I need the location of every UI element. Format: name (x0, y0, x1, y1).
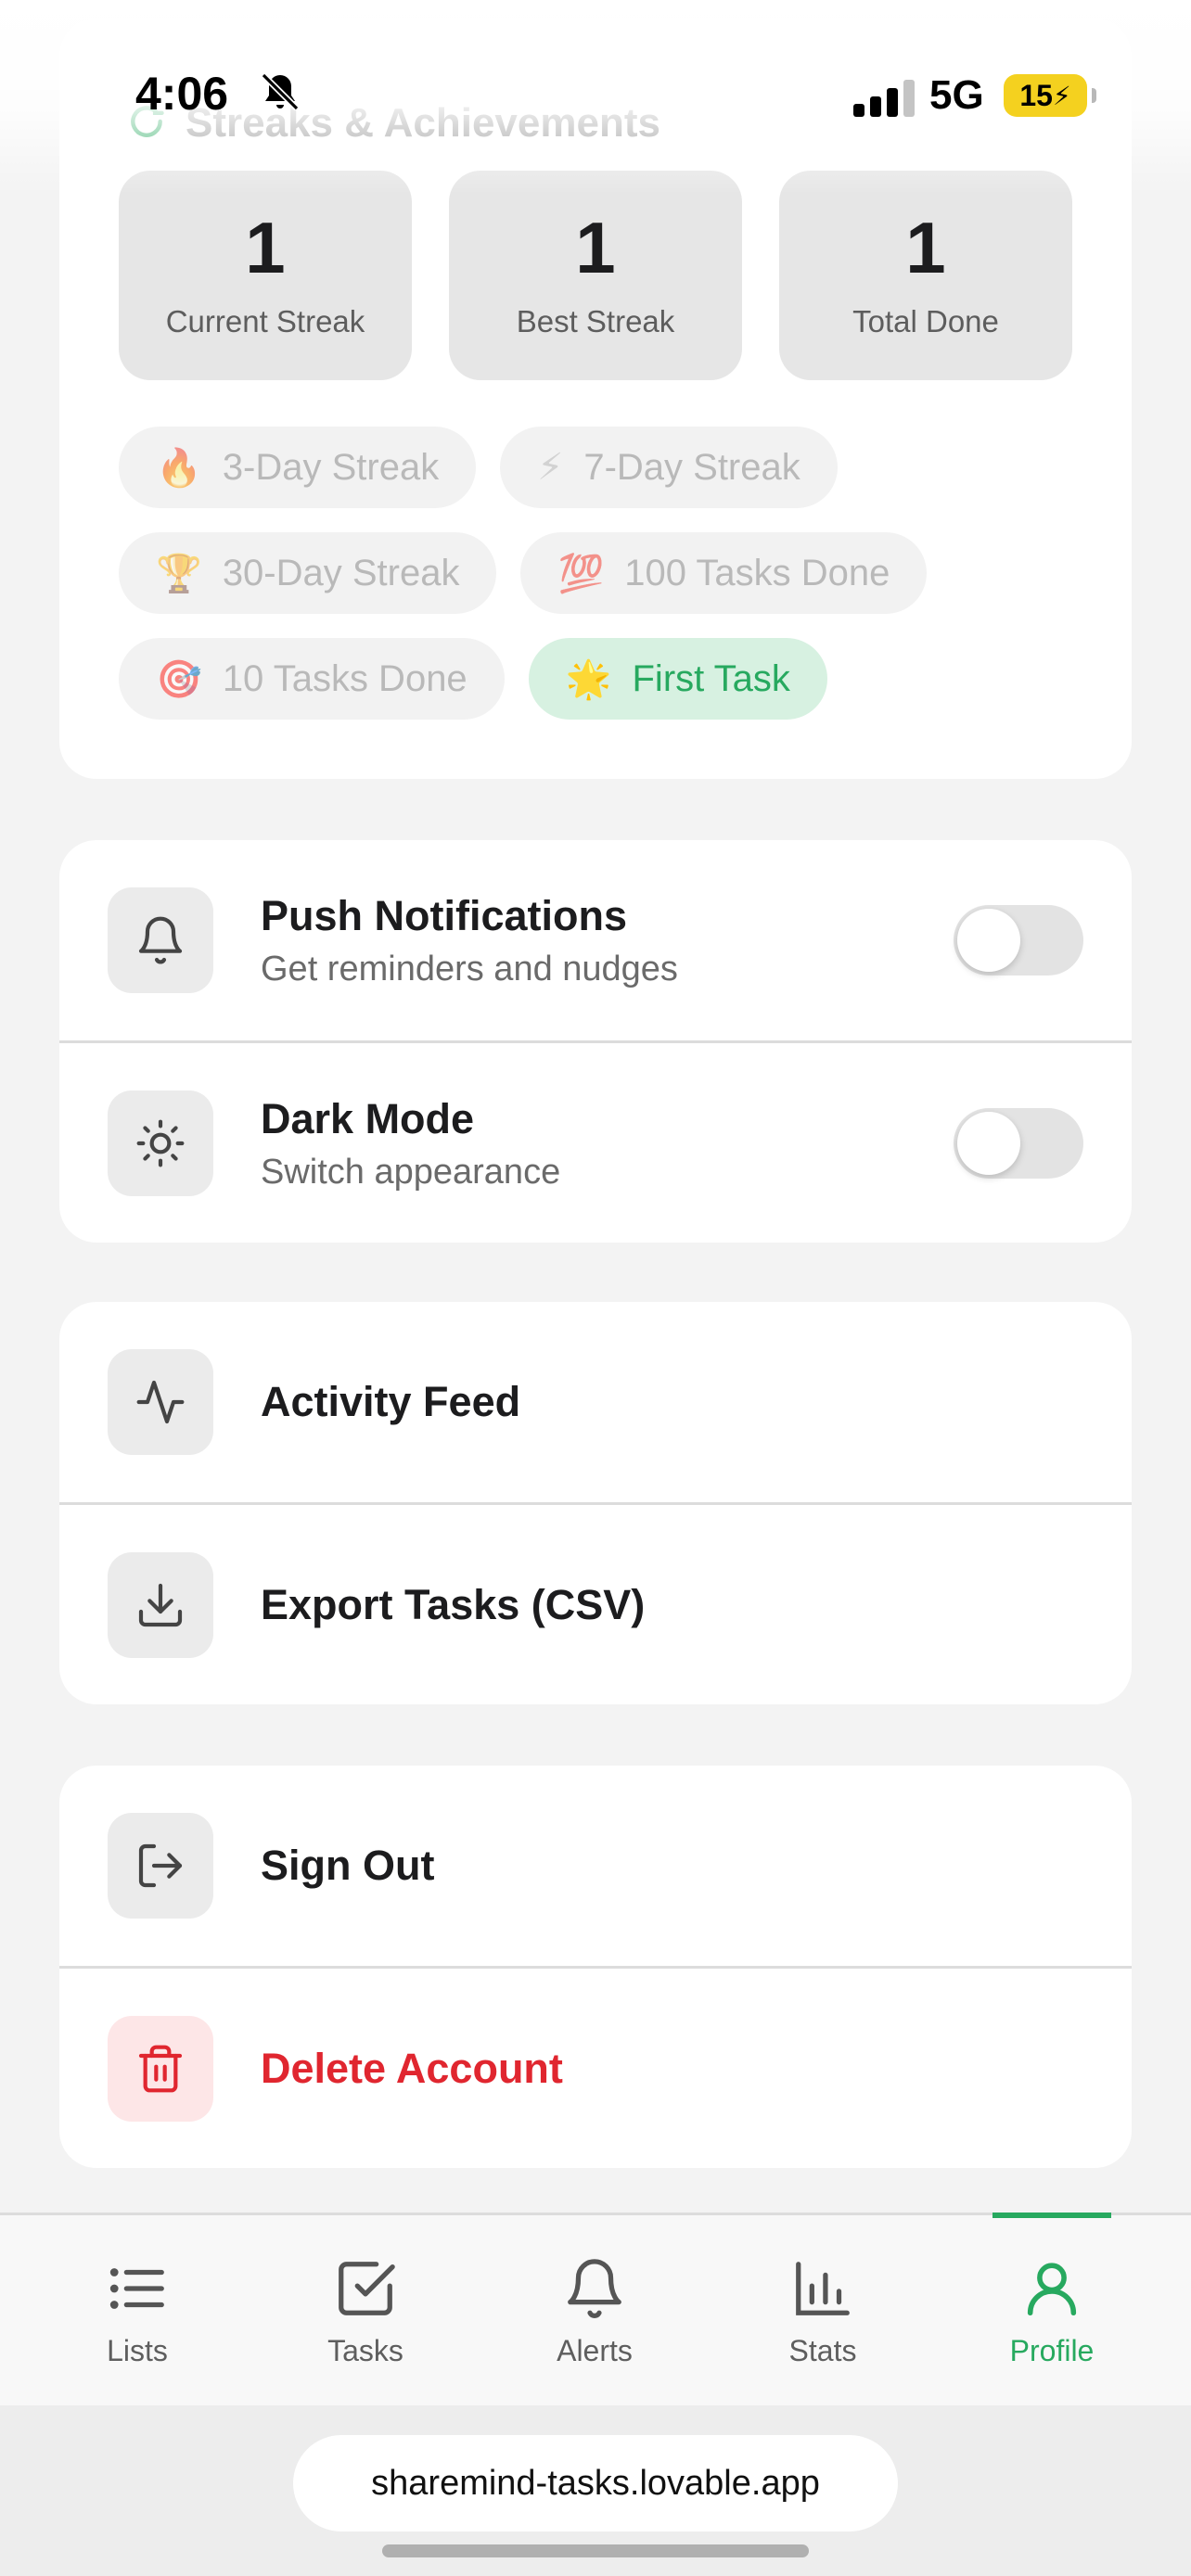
stat-label: Best Streak (516, 304, 675, 338)
tab-bar: Lists Tasks Alerts Stats Profile (0, 2213, 1191, 2405)
tab-lists[interactable]: Lists (23, 2215, 251, 2408)
dark-mode-subtitle: Switch appearance (261, 1152, 561, 1192)
hundred-icon: 💯 (557, 553, 605, 594)
stat-label: Total Done (852, 304, 999, 338)
badge-label: 30-Day Streak (222, 552, 460, 593)
target-icon: 🎯 (156, 658, 202, 700)
list-icon (109, 2267, 164, 2309)
browser-bar: sharemind-tasks.lovable.app (0, 2405, 1191, 2576)
account-card: Sign Out Delete Account (59, 1766, 1132, 2168)
streak-stats: 1 Current Streak 1 Best Streak 1 Total D… (119, 171, 1074, 380)
trophy-icon: 🏆 (156, 553, 202, 594)
sun-icon (136, 1119, 185, 1167)
delete-account-text: Delete Account (261, 2045, 563, 2093)
delete-account-title: Delete Account (261, 2045, 563, 2092)
push-notifications-icon-tile (108, 887, 213, 993)
badge-label: 100 Tasks Done (624, 552, 890, 593)
sign-out-text: Sign Out (261, 1842, 434, 1890)
toggle-knob (957, 909, 1020, 972)
delete-account-row[interactable]: Delete Account (59, 1969, 1132, 2168)
sign-out-icon-tile (108, 1813, 213, 1919)
achievement-badges: 🔥 3-Day Streak ⚡ 7-Day Streak 🏆 30-Day S… (119, 427, 1102, 744)
streaks-card: Streaks & Achievements 1 Current Streak … (59, 19, 1132, 779)
dark-mode-icon-tile (108, 1090, 213, 1196)
profile-screen: Streaks & Achievements 1 Current Streak … (0, 0, 1191, 2576)
tab-stats[interactable]: Stats (709, 2215, 937, 2408)
checkbox-icon (339, 2261, 395, 2315)
dark-mode-text: Dark Mode Switch appearance (261, 1095, 560, 1192)
tab-label: Lists (107, 2333, 168, 2367)
badge-label: 10 Tasks Done (222, 657, 467, 699)
home-indicator[interactable] (382, 2544, 809, 2557)
toggle-knob (957, 1112, 1020, 1175)
push-notifications-row[interactable]: Push Notifications Get reminders and nud… (59, 840, 1132, 1040)
stat-total-done: 1 Total Done (779, 171, 1072, 380)
push-notifications-title: Push Notifications (261, 891, 628, 939)
lightning-icon: ⚡ (537, 447, 564, 488)
stat-label: Current Streak (165, 304, 365, 338)
log-out-icon (138, 1843, 183, 1888)
bell-icon (568, 2258, 621, 2318)
user-icon (1027, 2262, 1077, 2315)
tab-tasks[interactable]: Tasks (251, 2215, 480, 2408)
tab-label: Stats (788, 2333, 857, 2367)
trash-icon (138, 2045, 183, 2093)
badge-3-day-streak: 🔥 3-Day Streak (119, 427, 477, 508)
fire-icon: 🔥 (156, 447, 202, 489)
badge-100-tasks-done: 💯 100 Tasks Done (520, 532, 928, 614)
badge-label: First Task (632, 657, 790, 699)
sign-out-row[interactable]: Sign Out (59, 1766, 1132, 1966)
star-icon: 🌟 (565, 658, 612, 700)
bar-chart-icon (796, 2261, 850, 2315)
tab-label: Alerts (557, 2333, 633, 2367)
sign-out-title: Sign Out (261, 1842, 435, 1889)
delete-account-icon-tile (108, 2016, 213, 2122)
activity-feed-text: Activity Feed (261, 1378, 520, 1426)
stat-current-streak: 1 Current Streak (119, 171, 412, 380)
export-tasks-row[interactable]: Export Tasks (CSV) (59, 1505, 1132, 1704)
activity-feed-title: Activity Feed (261, 1378, 521, 1425)
activity-feed-icon-tile (108, 1349, 213, 1455)
tab-label: Profile (1009, 2333, 1095, 2367)
tab-alerts[interactable]: Alerts (480, 2215, 709, 2408)
dark-mode-toggle[interactable] (954, 1108, 1083, 1179)
dark-mode-row[interactable]: Dark Mode Switch appearance (59, 1043, 1132, 1243)
activity-feed-row[interactable]: Activity Feed (59, 1302, 1132, 1502)
tools-card: Activity Feed Export Tasks (CSV) (59, 1302, 1132, 1704)
badge-first-task: 🌟 First Task (528, 638, 827, 720)
push-notifications-subtitle: Get reminders and nudges (261, 949, 678, 988)
download-icon (138, 1583, 183, 1627)
dark-mode-title: Dark Mode (261, 1094, 475, 1142)
stat-value: 1 (905, 207, 946, 288)
tab-profile[interactable]: Profile (938, 2215, 1166, 2408)
bell-icon (138, 916, 183, 964)
stat-best-streak: 1 Best Streak (449, 171, 742, 380)
activity-icon (136, 1380, 185, 1424)
stat-value: 1 (245, 207, 286, 288)
badge-30-day-streak: 🏆 30-Day Streak (119, 532, 497, 614)
badge-label: 7-Day Streak (583, 446, 800, 488)
streaks-title: Streaks & Achievements (186, 100, 660, 146)
badge-label: 3-Day Streak (222, 446, 440, 488)
refresh-icon (126, 101, 167, 147)
push-notifications-text: Push Notifications Get reminders and nud… (261, 892, 678, 989)
badge-10-tasks-done: 🎯 10 Tasks Done (119, 638, 505, 720)
preferences-card: Push Notifications Get reminders and nud… (59, 840, 1132, 1243)
export-tasks-title: Export Tasks (CSV) (261, 1581, 646, 1628)
streaks-header: Streaks & Achievements (126, 82, 660, 165)
export-tasks-text: Export Tasks (CSV) (261, 1581, 645, 1629)
export-tasks-icon-tile (108, 1552, 213, 1658)
stat-value: 1 (575, 207, 616, 288)
badge-7-day-streak: ⚡ 7-Day Streak (500, 427, 838, 508)
push-notifications-toggle[interactable] (954, 905, 1083, 976)
tab-label: Tasks (327, 2333, 403, 2367)
url-field[interactable]: sharemind-tasks.lovable.app (293, 2435, 898, 2531)
